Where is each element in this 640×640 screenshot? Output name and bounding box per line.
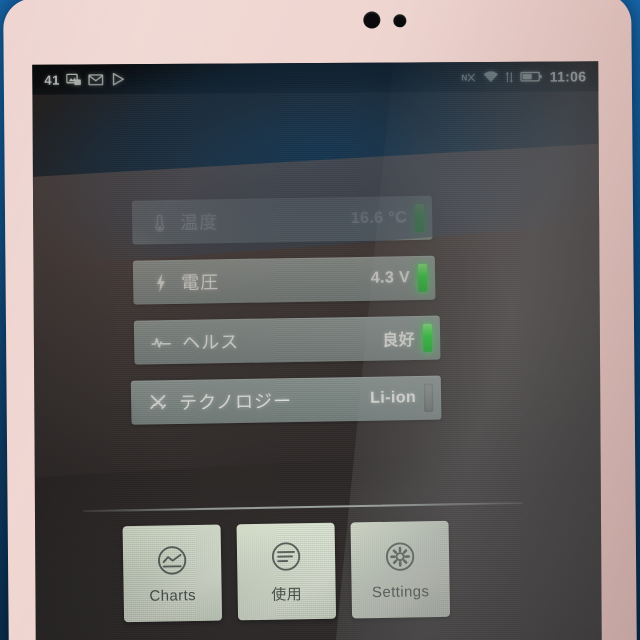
status-level-bar <box>422 323 433 352</box>
phone-photo: 41 N 11:06 温度 16.6 °C 電圧 4.3 V ヘルス 良好 テク… <box>0 0 640 640</box>
info-row-label: テクノロジー <box>178 391 293 413</box>
svg-text:N: N <box>462 72 468 82</box>
battery-info-list: 温度 16.6 °C 電圧 4.3 V ヘルス 良好 テクノロジー Li-ion <box>130 195 442 441</box>
settings-button-label: Settings <box>371 583 430 602</box>
status-bar-right: N 11:06 <box>462 68 587 85</box>
bolt-icon <box>147 272 173 293</box>
charts-button-label: Charts <box>149 587 197 605</box>
section-divider <box>82 502 523 513</box>
info-row-technology[interactable]: テクノロジー Li-ion <box>130 375 442 425</box>
info-row-temperature[interactable]: 温度 16.6 °C <box>131 195 433 245</box>
notification-count: 41 <box>44 72 60 88</box>
info-row-label: 電圧 <box>181 272 220 293</box>
status-bar-left: 41 <box>44 72 126 87</box>
usage-button[interactable]: 使用 <box>236 522 337 621</box>
status-level-bar <box>423 383 434 412</box>
device-screen: 41 N 11:06 温度 16.6 °C 電圧 4.3 V ヘルス 良好 テク… <box>32 61 602 640</box>
chart-line-icon <box>154 542 191 579</box>
tools-icon <box>145 393 171 411</box>
info-row-label: 温度 <box>180 212 219 233</box>
settings-button[interactable]: Settings <box>350 520 451 619</box>
status-level-bar <box>414 203 425 233</box>
front-camera-icon <box>363 11 381 29</box>
thermometer-icon <box>146 212 172 233</box>
screenshot-icon <box>66 72 82 86</box>
usage-bars-icon <box>268 538 305 575</box>
info-row-voltage[interactable]: 電圧 4.3 V <box>132 255 436 305</box>
info-row-value: Li-ion <box>370 389 417 407</box>
info-row-value: 16.6 °C <box>350 209 408 228</box>
nfc-icon: N <box>462 70 477 84</box>
charts-button[interactable]: Charts <box>122 524 223 623</box>
play-store-icon <box>111 72 126 86</box>
mail-icon <box>88 72 104 86</box>
proximity-sensor-icon <box>393 14 407 28</box>
wifi-icon <box>484 70 499 84</box>
info-row-label: ヘルス <box>182 331 240 353</box>
info-row-value: 4.3 V <box>370 269 411 287</box>
usage-button-label: 使用 <box>271 586 303 604</box>
action-button-row: Charts 使用 Settings <box>122 520 515 623</box>
status-bar-clock: 11:06 <box>549 68 587 85</box>
status-level-bar <box>417 263 428 292</box>
battery-icon <box>520 70 543 84</box>
data-transfer-icon <box>506 70 514 84</box>
info-row-value: 良好 <box>382 332 416 350</box>
info-row-health[interactable]: ヘルス 良好 <box>133 315 441 365</box>
pulse-icon <box>148 335 174 350</box>
status-bar: 41 N 11:06 <box>32 61 599 95</box>
gear-icon <box>382 538 419 575</box>
